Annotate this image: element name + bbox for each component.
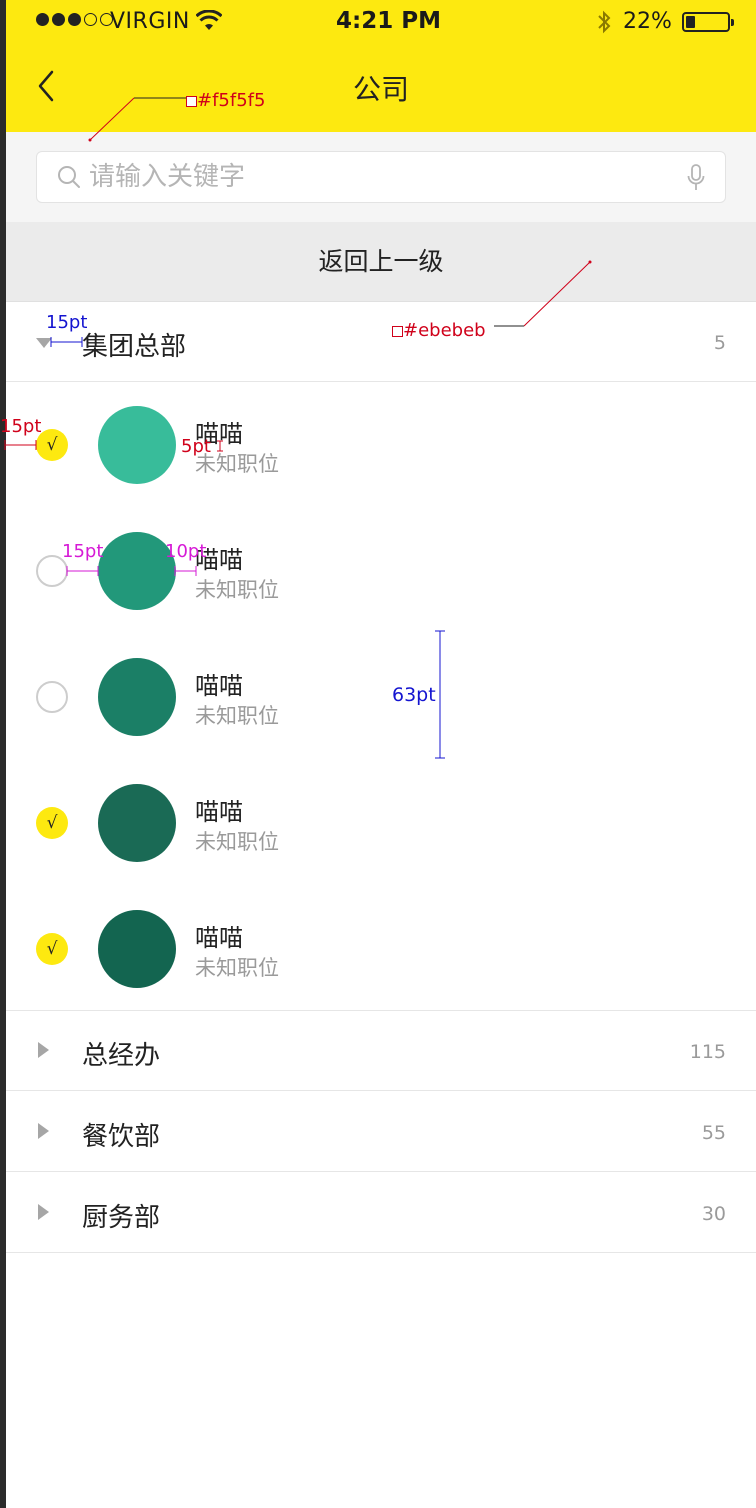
status-time: 4:21 PM (336, 8, 441, 34)
expand-triangle-icon (38, 1204, 49, 1220)
search-area (6, 132, 756, 222)
member-title: 未知职位 (195, 830, 279, 854)
carrier-name: VIRGIN (110, 9, 190, 34)
checkbox[interactable]: √ (36, 933, 68, 965)
group-count: 30 (701, 1203, 726, 1225)
window-left-edge (0, 0, 6, 1508)
member-title: 未知职位 (195, 956, 279, 980)
member-title: 未知职位 (195, 578, 279, 602)
back-to-parent-button[interactable]: 返回上一级 (6, 222, 756, 302)
member-row[interactable]: √ 喵喵 未知职位 (6, 760, 756, 886)
group-row[interactable]: 厨务部 30 (6, 1173, 756, 1253)
annotation-dimension-line (174, 566, 197, 576)
group-count: 5 (713, 332, 726, 354)
annotation-row-height: 63pt (392, 684, 436, 706)
battery-percentage: 22% (623, 9, 672, 34)
group-name: 总经办 (82, 1041, 161, 1071)
annotation-dimension-line (435, 630, 445, 759)
group-count: 115 (689, 1041, 726, 1063)
battery-icon (682, 12, 734, 32)
member-name: 喵喵 (195, 798, 243, 826)
annotation-gap-avatar-text: 10pt (165, 541, 207, 562)
expand-triangle-icon (38, 1042, 49, 1058)
avatar (98, 658, 176, 736)
annotation-dimension-line (217, 440, 223, 452)
wifi-icon (196, 10, 222, 30)
member-row[interactable]: 喵喵 未知职位 (6, 508, 756, 634)
annotation-color-search-bg: #f5f5f5 (186, 90, 265, 111)
search-icon (58, 166, 80, 188)
group-count: 55 (701, 1122, 726, 1144)
annotation-indent-triangle: 15pt (46, 312, 88, 333)
back-to-parent-label: 返回上一级 (318, 247, 444, 276)
annotation-leader-line (494, 260, 592, 327)
annotation-gap-check-text: 5pt (181, 436, 211, 457)
avatar (98, 784, 176, 862)
member-title: 未知职位 (195, 704, 279, 728)
avatar (98, 406, 176, 484)
group-name: 厨务部 (82, 1203, 161, 1233)
member-name: 喵喵 (195, 924, 243, 952)
group-row[interactable]: 总经办 115 (6, 1011, 756, 1091)
checkbox[interactable]: √ (36, 807, 68, 839)
avatar (98, 910, 176, 988)
bluetooth-icon (598, 10, 611, 34)
member-row[interactable]: 喵喵 未知职位 (6, 634, 756, 760)
expand-triangle-icon (38, 1123, 49, 1139)
member-row[interactable]: √ 喵喵 未知职位 (6, 382, 756, 508)
member-row[interactable]: √ 喵喵 未知职位 (6, 886, 756, 1012)
annotation-dimension-line (66, 566, 99, 576)
group-row-expanded[interactable]: 集团总部 5 (6, 302, 756, 382)
group-row[interactable]: 餐饮部 55 (6, 1092, 756, 1172)
annotation-gap-check-avatar: 15pt (62, 541, 104, 562)
annotation-color-back-bg: #ebebeb (392, 320, 486, 341)
annotation-dimension-line (4, 440, 37, 450)
member-name: 喵喵 (195, 672, 243, 700)
checkbox[interactable] (36, 681, 68, 713)
signal-strength-icon (36, 13, 113, 26)
status-bar: VIRGIN 4:21 PM 22% (6, 0, 756, 44)
search-box[interactable] (36, 151, 726, 203)
annotation-leader-line (88, 97, 186, 142)
microphone-icon[interactable] (687, 164, 705, 192)
annotation-indent-check: 15pt (0, 416, 42, 437)
annotation-dimension-line (50, 337, 83, 347)
search-input[interactable] (89, 159, 669, 195)
group-name: 集团总部 (82, 332, 187, 362)
group-name: 餐饮部 (82, 1122, 161, 1152)
